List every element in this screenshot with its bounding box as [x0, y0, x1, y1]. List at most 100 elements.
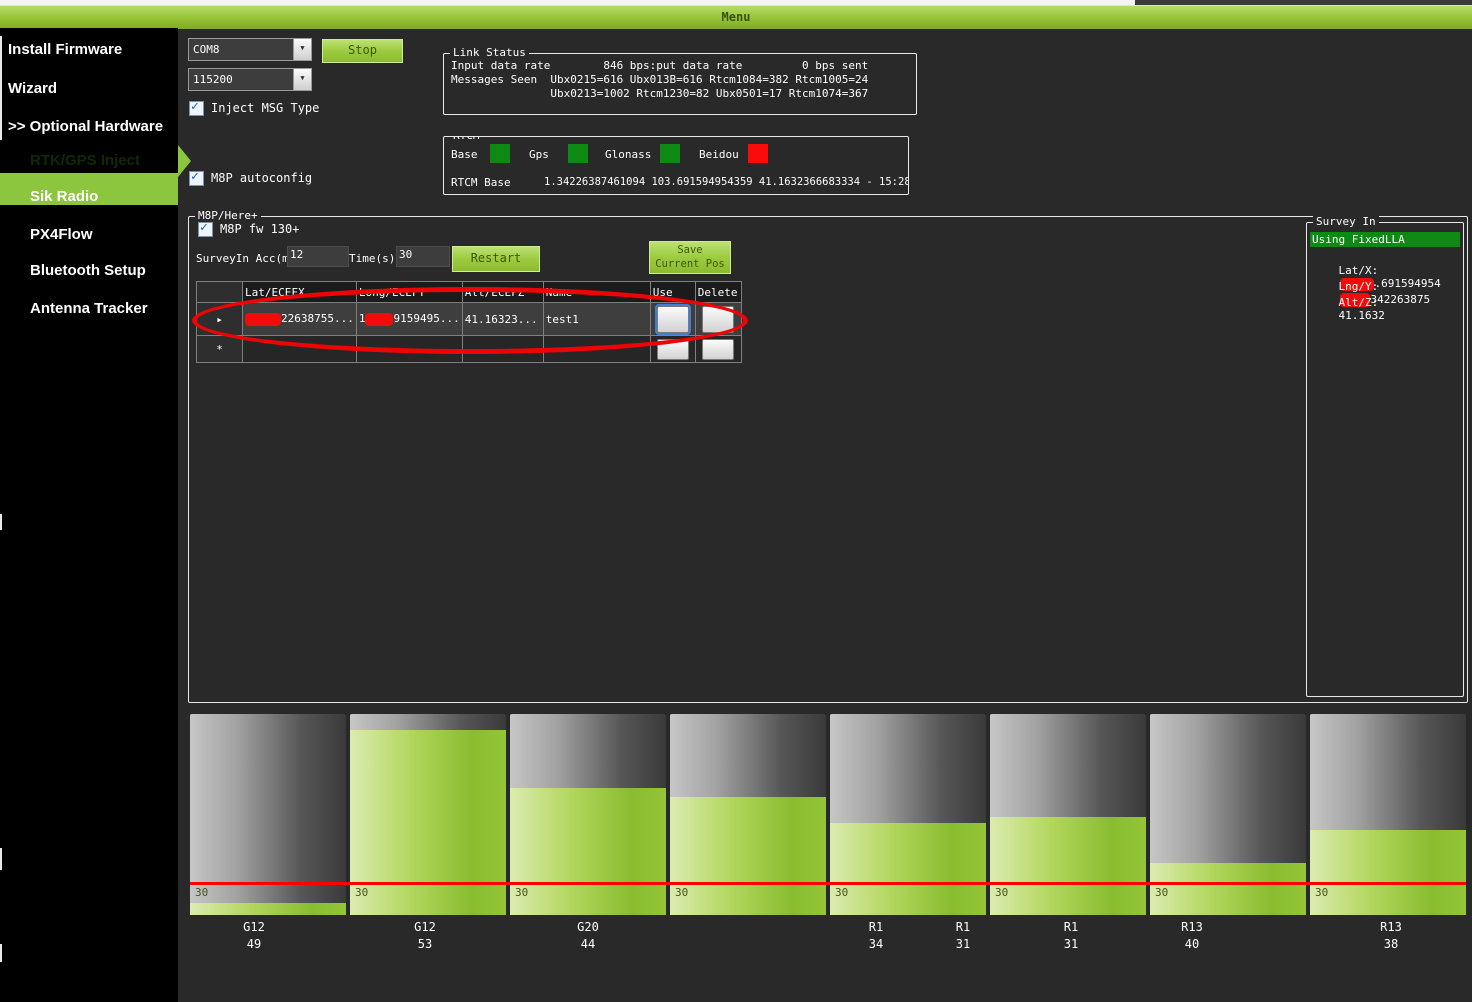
com-port-dropdown[interactable]: COM8 ▼ [188, 38, 312, 61]
cell-alt-empty[interactable] [462, 336, 543, 363]
sidebar-item-bluetooth-setup[interactable]: Bluetooth Setup [30, 262, 146, 279]
link-status-line3: Ubx0213=1002 Rtcm1230=82 Ubx0501=17 Rtcm… [451, 87, 868, 100]
delete-button[interactable] [702, 339, 734, 360]
restart-button[interactable]: Restart [452, 246, 540, 272]
surveyin-acc-input[interactable]: 12 [287, 246, 349, 267]
link-status-line1: Input data rate 846 bps:put data rate 0 … [451, 59, 868, 72]
use-button[interactable] [657, 339, 689, 360]
survey-alt-value: 41.1632 [1339, 309, 1385, 322]
check-icon: ✓ [191, 99, 199, 114]
sat-snr-label: 53 [418, 937, 432, 951]
m8p-fw-checkbox-row: ✓ M8P fw 130+ [198, 222, 299, 237]
header-row-selector [197, 282, 243, 303]
snr-threshold-label: 30 [675, 886, 688, 899]
table-new-row[interactable]: * [197, 336, 742, 363]
rtcm-base-value: 1.34226387461094 103.691594954359 41.163… [544, 176, 909, 188]
sidebar-item-antenna-tracker[interactable]: Antenna Tracker [30, 300, 148, 317]
cell-use [650, 303, 695, 336]
m8p-fw-130-label: M8P fw 130+ [220, 222, 299, 236]
sat-id-label: R1 [1064, 920, 1078, 934]
inject-msg-type-checkbox[interactable]: ✓ [189, 101, 204, 116]
snr-threshold-label: 30 [195, 886, 208, 899]
sidebar-item-optional-hardware[interactable]: >> Optional Hardware [8, 118, 163, 135]
survey-in-title: Survey In [1313, 215, 1379, 228]
header-name[interactable]: Name [543, 282, 650, 303]
sidebar-item-rtk-gps-inject[interactable]: RTK/GPS Inject [30, 152, 140, 169]
sidebar-menu: Install Firmware Wizard >> Optional Hardwa… [0, 28, 178, 1002]
cell-delete [695, 303, 741, 336]
snr-threshold-label: 30 [1155, 886, 1168, 899]
sat-snr-label: 40 [1185, 937, 1199, 951]
row-current-marker: ▸ [197, 303, 243, 336]
rtcm-indicator-label-beidou: Beidou [699, 148, 739, 161]
rtcm-status-square-beidou [748, 144, 768, 163]
cell-lat[interactable]: 22638755... [243, 303, 357, 336]
rtcm-status-square-gps [568, 144, 588, 163]
time-input[interactable]: 30 [396, 246, 450, 267]
link-status-line2: Messages Seen Ubx0215=616 Ubx013B=616 Rt… [451, 73, 868, 86]
delete-button[interactable] [702, 306, 734, 333]
cell-long-empty[interactable] [356, 336, 462, 363]
rtcm-indicator-label-glonass: Glonass [605, 148, 651, 161]
redaction-blob [245, 313, 281, 326]
cell-lat-empty[interactable] [243, 336, 357, 363]
window-left-edge [0, 944, 2, 962]
header-lat-ecefx[interactable]: Lat/ECEFX [243, 282, 357, 303]
check-icon: ✓ [200, 220, 208, 235]
chevron-down-icon[interactable]: ▼ [293, 39, 311, 60]
cell-name-empty[interactable] [543, 336, 650, 363]
snr-threshold-label: 30 [835, 886, 848, 899]
cell-alt[interactable]: 41.16323... [462, 303, 543, 336]
baud-rate-value: 115200 [189, 69, 293, 90]
snr-bar-green-fill [350, 730, 506, 915]
header-alt-ecefz[interactable]: Alt/ECEFZ [462, 282, 543, 303]
menu-bar[interactable]: Menu [0, 5, 1472, 29]
table-row[interactable]: ▸ 22638755... 19159495... 41.16323... te… [197, 303, 742, 336]
positions-table: Lat/ECEFX Long/ECEFY Alt/ECEFZ Name Use … [196, 281, 742, 363]
snr-bar-green-fill [510, 788, 666, 915]
snr-bar-green-fill [830, 823, 986, 915]
new-row-marker: * [197, 336, 243, 363]
table-header-row: Lat/ECEFX Long/ECEFY Alt/ECEFZ Name Use … [197, 282, 742, 303]
cell-long-prefix: 1 [359, 312, 366, 325]
sat-snr-label: 44 [581, 937, 595, 951]
stop-button[interactable]: Stop [322, 39, 403, 63]
header-delete[interactable]: Delete [695, 282, 741, 303]
cell-long[interactable]: 19159495... [356, 303, 462, 336]
snr-bar-green-fill [190, 903, 346, 915]
sat-id-label: G12 [414, 920, 436, 934]
cell-use [650, 336, 695, 363]
sidebar-item-install-firmware[interactable]: Install Firmware [8, 41, 122, 58]
snr-bar-green-fill [990, 817, 1146, 915]
sidebar-item-wizard[interactable]: Wizard [8, 80, 57, 97]
baud-rate-dropdown[interactable]: 115200 ▼ [188, 68, 312, 91]
chevron-down-icon[interactable]: ▼ [293, 69, 311, 90]
sat-id-label: R1 [956, 920, 970, 934]
sat-snr-label: 49 [247, 937, 261, 951]
rtcm-indicator-label-base: Base [451, 148, 478, 161]
com-port-value: COM8 [189, 39, 293, 60]
m8p-fw-130-checkbox[interactable]: ✓ [198, 222, 213, 237]
sidebar-item-px4flow[interactable]: PX4Flow [30, 226, 93, 243]
check-icon: ✓ [191, 169, 199, 184]
m8p-autoconfig-checkbox-row: ✓ M8P autoconfig [189, 171, 312, 186]
snr-threshold-line [190, 882, 1466, 885]
snr-bar-green-fill [1310, 830, 1466, 915]
header-long-ecefy[interactable]: Long/ECEFY [356, 282, 462, 303]
sat-id-label: R13 [1181, 920, 1203, 934]
rtcm-status-square-glonass [660, 144, 680, 163]
menu-bar-title: Menu [0, 6, 1472, 28]
use-button[interactable] [657, 306, 689, 333]
survey-in-status: Using FixedLLA [1310, 232, 1460, 247]
sidebar-item-sik-radio[interactable]: Sik Radio [30, 188, 98, 205]
cell-name[interactable]: test1 [543, 303, 650, 336]
snr-threshold-label: 30 [355, 886, 368, 899]
window-left-edge [0, 36, 2, 140]
survey-alt-label: Alt/Z: [1339, 296, 1379, 309]
snr-threshold-label: 30 [515, 886, 528, 899]
time-label: Time(s) [349, 252, 395, 265]
header-use[interactable]: Use [650, 282, 695, 303]
save-current-pos-button[interactable]: Save Current Pos [649, 241, 731, 274]
redaction-blob [365, 313, 393, 326]
m8p-autoconfig-checkbox[interactable]: ✓ [189, 171, 204, 186]
